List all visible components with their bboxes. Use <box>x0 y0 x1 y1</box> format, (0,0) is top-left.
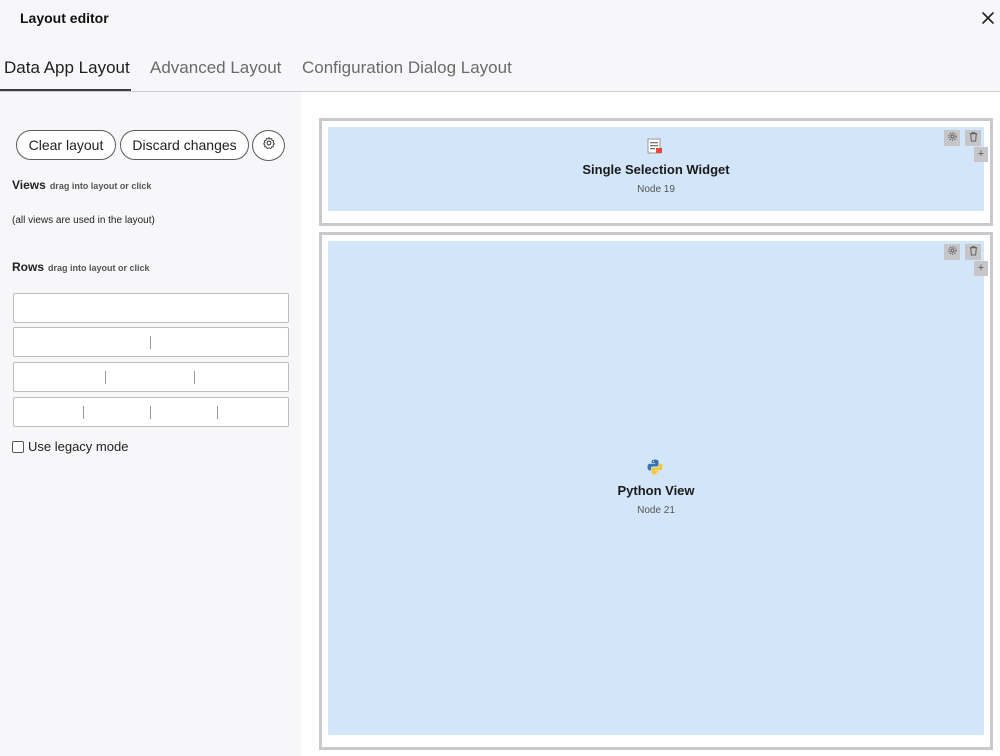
views-empty-note: (all views are used in the layout) <box>12 215 155 226</box>
view-title: Single Selection Widget <box>582 162 730 177</box>
view-node-id: Node 19 <box>637 184 675 195</box>
views-heading: Views drag into layout or click <box>12 178 151 192</box>
column-divider <box>150 336 151 349</box>
python-icon <box>646 458 664 476</box>
add-column-button[interactable]: + <box>974 261 988 276</box>
title-bar: Layout editor <box>0 0 1000 40</box>
trash-icon <box>968 129 979 147</box>
column-divider <box>150 406 151 419</box>
sidebar: Clear layout Discard changes Views drag i… <box>0 92 301 756</box>
view-title: Python View <box>617 483 695 498</box>
column-divider <box>217 406 218 419</box>
tab-data-app-layout[interactable]: Data App Layout <box>4 58 130 78</box>
layout-settings-button[interactable] <box>252 130 285 161</box>
selection-widget-icon <box>646 137 664 155</box>
discard-changes-button[interactable]: Discard changes <box>120 130 249 160</box>
close-icon[interactable] <box>978 8 998 28</box>
rows-heading: Rows drag into layout or click <box>12 260 150 274</box>
row-template-1-column[interactable] <box>13 293 289 323</box>
legacy-mode-label: Use legacy mode <box>28 439 129 454</box>
tab-bar: Data App Layout Advanced Layout Configur… <box>0 40 1000 92</box>
layout-canvas: Single Selection Widget Node 19 + Python… <box>301 92 1000 756</box>
view-settings-button[interactable] <box>944 244 960 260</box>
view-panel[interactable]: Python View Node 21 <box>328 241 984 735</box>
dialog-title: Layout editor <box>20 10 109 26</box>
column-divider <box>83 406 84 419</box>
rows-title: Rows <box>12 260 45 274</box>
column-divider <box>194 371 195 384</box>
view-delete-button[interactable] <box>965 244 981 260</box>
rows-hint: drag into layout or click <box>48 263 150 273</box>
add-column-button[interactable]: + <box>974 147 988 162</box>
layout-row[interactable]: Single Selection Widget Node 19 + <box>319 118 993 226</box>
column-divider <box>105 371 106 384</box>
trash-icon <box>968 243 979 261</box>
legacy-mode-option: Use legacy mode <box>12 439 128 454</box>
view-node-id: Node 21 <box>637 505 675 516</box>
clear-layout-button[interactable]: Clear layout <box>16 130 116 160</box>
view-panel[interactable]: Single Selection Widget Node 19 <box>328 127 984 211</box>
row-template-3-columns[interactable] <box>13 362 289 392</box>
view-delete-button[interactable] <box>965 130 981 146</box>
row-template-4-columns[interactable] <box>13 397 289 427</box>
views-hint: drag into layout or click <box>49 181 152 191</box>
view-settings-button[interactable] <box>944 130 960 146</box>
tab-advanced-layout[interactable]: Advanced Layout <box>150 58 281 78</box>
legacy-mode-checkbox[interactable] <box>12 440 24 453</box>
tab-configuration-dialog-layout[interactable]: Configuration Dialog Layout <box>302 58 512 78</box>
layout-row[interactable]: Python View Node 21 + <box>319 232 993 750</box>
gear-icon <box>262 136 276 155</box>
gear-icon <box>947 129 958 147</box>
row-template-2-columns[interactable] <box>13 327 289 357</box>
active-tab-indicator <box>0 89 131 91</box>
gear-icon <box>947 243 958 261</box>
views-title: Views <box>12 178 46 192</box>
